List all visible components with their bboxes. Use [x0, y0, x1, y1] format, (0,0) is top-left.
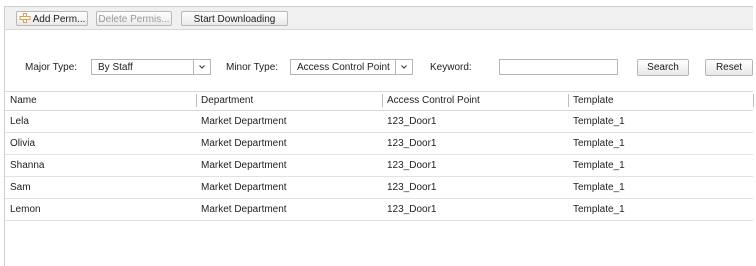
- table-row[interactable]: Olivia Market Department 123_Door1 Templ…: [5, 133, 753, 155]
- cell-name: Shanna: [10, 160, 45, 171]
- cell-department: Market Department: [201, 204, 287, 215]
- cell-department: Market Department: [201, 182, 287, 193]
- cell-department: Market Department: [201, 116, 287, 127]
- cell-access-control-point: 123_Door1: [387, 138, 437, 149]
- column-divider[interactable]: [568, 94, 569, 107]
- cell-template: Template_1: [573, 204, 625, 215]
- column-header-access-control-point[interactable]: Access Control Point: [387, 95, 480, 106]
- permission-table: Name Department Access Control Point Tem…: [5, 91, 754, 221]
- reset-button-label: Reset: [715, 62, 743, 73]
- keyword-label: Keyword:: [430, 62, 472, 73]
- cell-access-control-point: 123_Door1: [387, 116, 437, 127]
- major-type-value: By Staff: [98, 62, 133, 73]
- cell-name: Sam: [10, 182, 31, 193]
- cell-template: Template_1: [573, 138, 625, 149]
- chevron-down-icon: [395, 60, 412, 74]
- search-button[interactable]: Search: [637, 59, 689, 76]
- cell-department: Market Department: [201, 160, 287, 171]
- column-divider[interactable]: [382, 94, 383, 107]
- cell-name: Lemon: [10, 204, 41, 215]
- cell-access-control-point: 123_Door1: [387, 182, 437, 193]
- cell-template: Template_1: [573, 116, 625, 127]
- cell-name: Lela: [10, 116, 29, 127]
- major-type-select[interactable]: By Staff: [91, 59, 211, 75]
- minor-type-select[interactable]: Access Control Point: [290, 59, 413, 75]
- table-row[interactable]: Lemon Market Department 123_Door1 Templa…: [5, 199, 753, 221]
- search-button-label: Search: [647, 62, 679, 73]
- table-row[interactable]: Lela Market Department 123_Door1 Templat…: [5, 111, 753, 133]
- cell-department: Market Department: [201, 138, 287, 149]
- cell-template: Template_1: [573, 160, 625, 171]
- column-divider[interactable]: [196, 94, 197, 107]
- filter-bar: Major Type: By Staff Minor Type: Access …: [5, 7, 753, 91]
- keyword-input[interactable]: [499, 59, 618, 75]
- cell-access-control-point: 123_Door1: [387, 204, 437, 215]
- table-header: Name Department Access Control Point Tem…: [5, 91, 754, 111]
- chevron-down-icon: [193, 60, 210, 74]
- minor-type-label: Minor Type:: [226, 62, 279, 73]
- cell-name: Olivia: [10, 138, 36, 149]
- column-header-template[interactable]: Template: [573, 95, 614, 106]
- column-divider[interactable]: [753, 94, 754, 107]
- reset-button[interactable]: Reset: [705, 59, 753, 76]
- cell-access-control-point: 123_Door1: [387, 160, 437, 171]
- major-type-label: Major Type:: [25, 62, 78, 73]
- column-header-department[interactable]: Department: [201, 95, 253, 106]
- column-header-name[interactable]: Name: [10, 95, 37, 106]
- table-row[interactable]: Shanna Market Department 123_Door1 Templ…: [5, 155, 753, 177]
- permission-panel: Add Perm... Delete Permis... Start Downl…: [4, 6, 754, 266]
- table-row[interactable]: Sam Market Department 123_Door1 Template…: [5, 177, 753, 199]
- cell-template: Template_1: [573, 182, 625, 193]
- minor-type-value: Access Control Point: [297, 62, 390, 73]
